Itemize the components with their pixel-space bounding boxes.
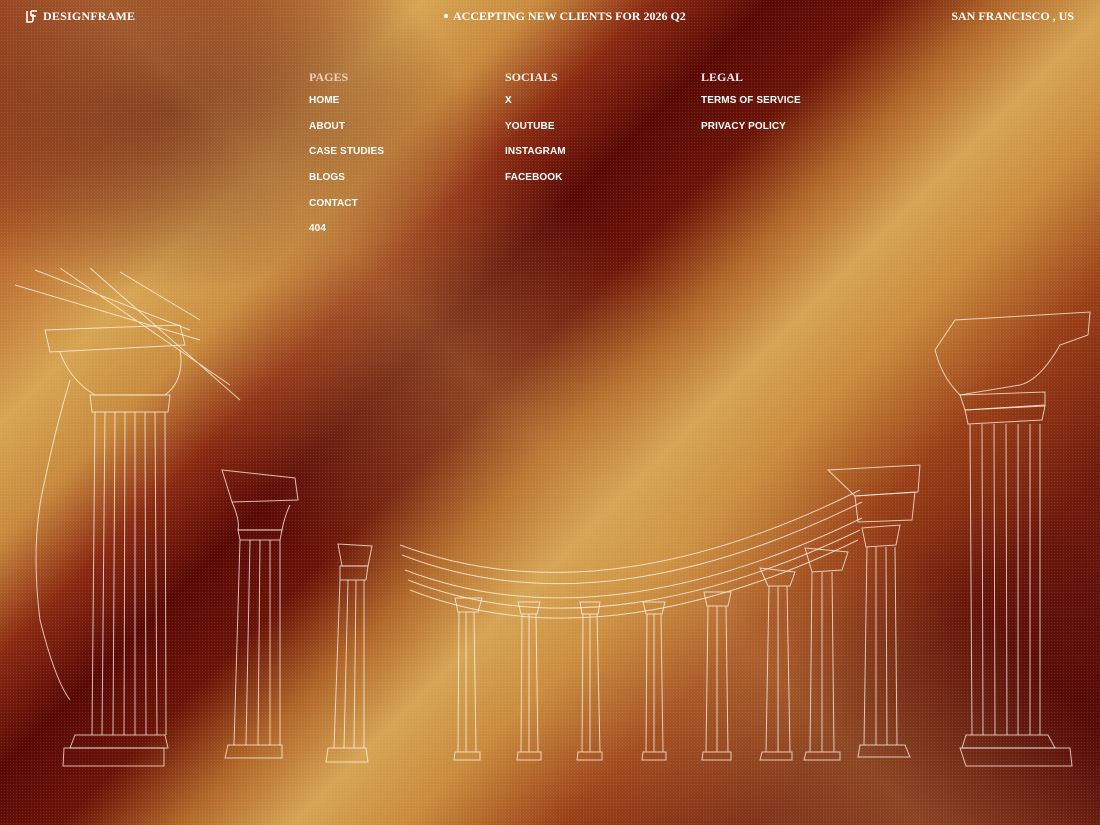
nav-link-about[interactable]: ABOUT (309, 121, 384, 147)
nav-link-contact[interactable]: CONTACT (309, 198, 384, 224)
social-link-youtube[interactable]: YOUTUBE (505, 121, 566, 147)
top-bar: DESIGNFRAME ACCEPTING NEW CLIENTS FOR 20… (0, 0, 1100, 32)
nav-link-home[interactable]: HOME (309, 95, 384, 121)
brand-name: DESIGNFRAME (43, 9, 136, 23)
nav-legal-heading: LEGAL (701, 70, 744, 84)
nav-socials-column: SOCIALS X YOUTUBE INSTAGRAM FACEBOOK (505, 70, 566, 198)
bullet-dot-icon (444, 14, 448, 19)
nav-pages-column: PAGES HOME ABOUT CASE STUDIES BLOGS CONT… (309, 70, 384, 249)
nav-socials-heading: SOCIALS (505, 70, 558, 84)
df-monogram-icon (26, 10, 37, 23)
nav-link-blogs[interactable]: BLOGS (309, 172, 384, 198)
right-large-column (934, 311, 1091, 767)
nav-legal-column: LEGAL TERMS OF SERVICE PRIVACY POLICY (701, 70, 801, 146)
social-link-facebook[interactable]: FACEBOOK (505, 172, 566, 198)
nav-link-404[interactable]: 404 (309, 223, 384, 249)
nav-pages-heading: PAGES (309, 70, 349, 84)
colonnade-arc (399, 464, 921, 619)
social-link-instagram[interactable]: INSTAGRAM (505, 146, 566, 172)
legal-link-privacy[interactable]: PRIVACY POLICY (701, 121, 801, 147)
column-two (221, 469, 299, 759)
announcement-text: ACCEPTING NEW CLIENTS FOR 2026 Q2 (453, 9, 686, 23)
location-label: SAN FRANCISCO , US (951, 9, 1074, 23)
brand-logo[interactable]: DESIGNFRAME (26, 9, 135, 24)
left-large-column (14, 267, 241, 767)
nav-link-case-studies[interactable]: CASE STUDIES (309, 146, 384, 172)
colonnade-columns (453, 524, 911, 761)
legal-link-terms[interactable]: TERMS OF SERVICE (701, 95, 801, 121)
announcement-banner: ACCEPTING NEW CLIENTS FOR 2026 Q2 (444, 9, 686, 24)
social-link-x[interactable]: X (505, 95, 566, 121)
column-three (325, 543, 373, 763)
